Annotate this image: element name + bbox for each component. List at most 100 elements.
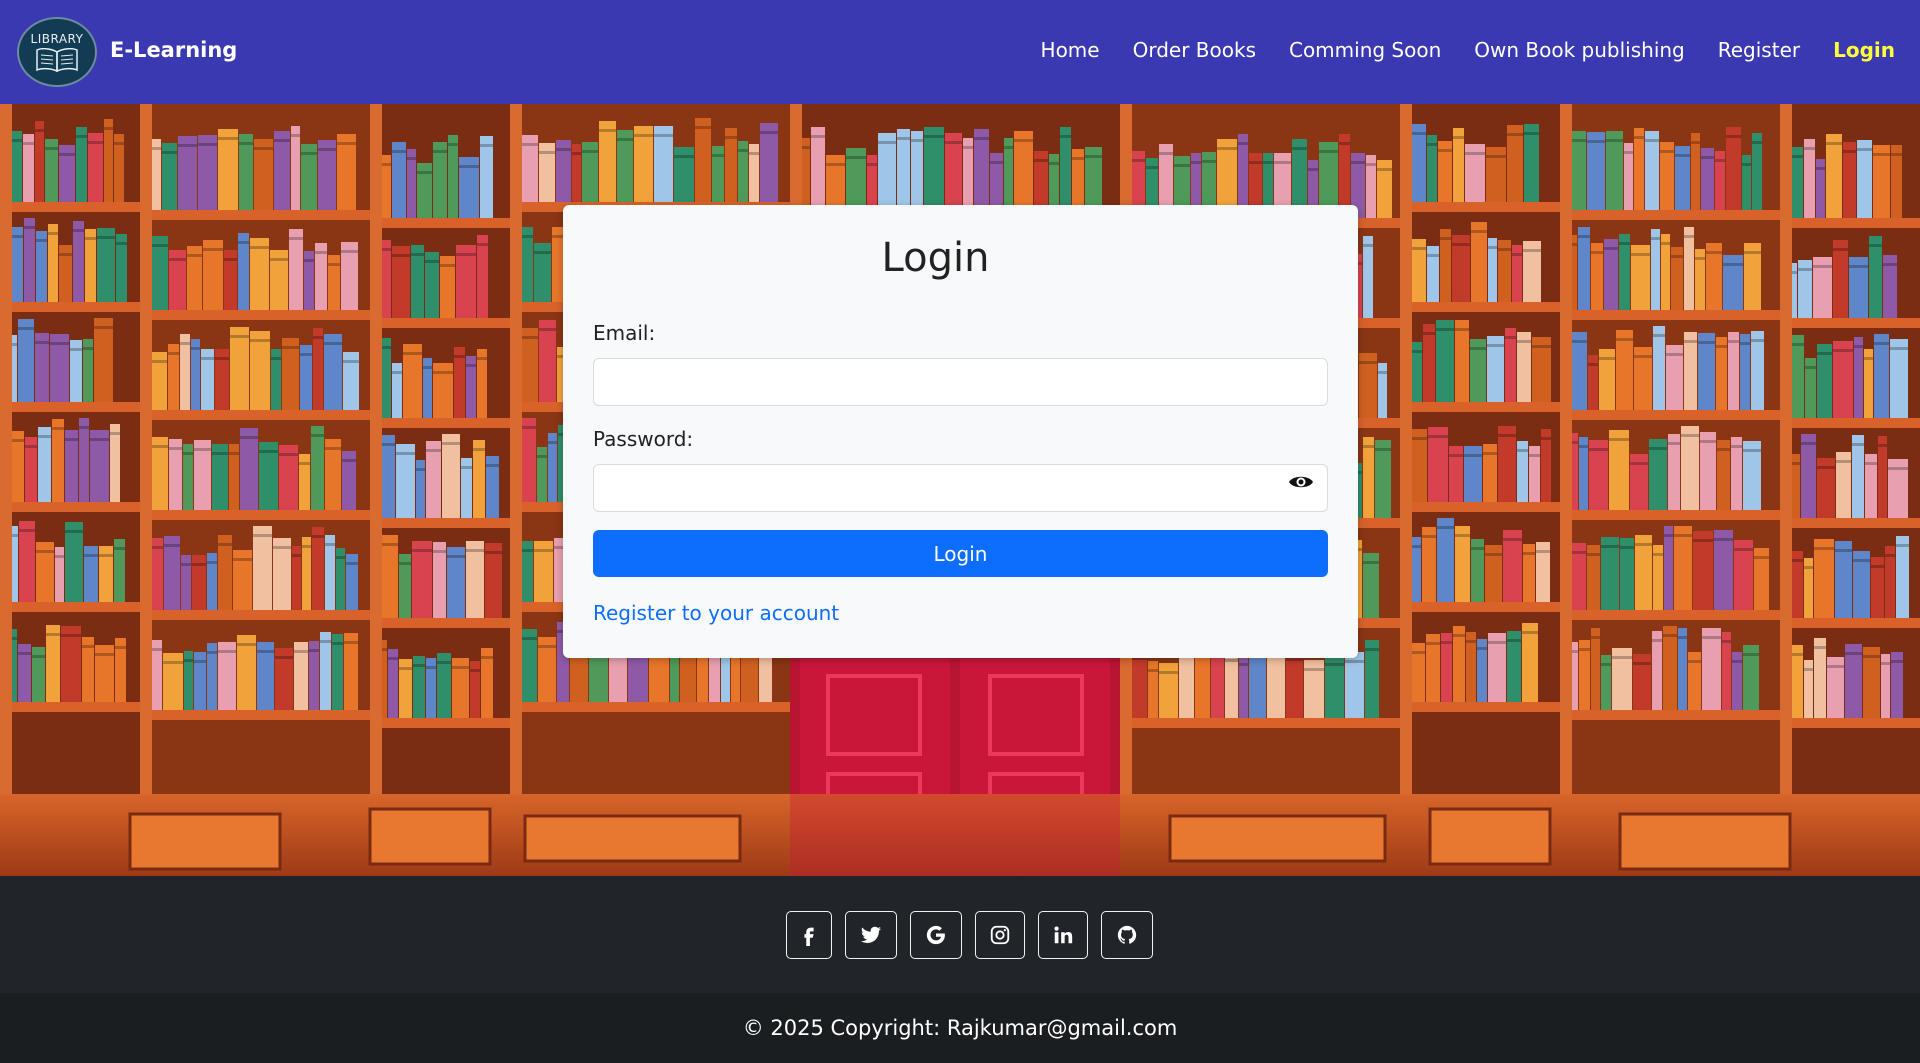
- book-band: [1814, 547, 1834, 550]
- book: [396, 444, 415, 518]
- book-band: [1645, 139, 1659, 142]
- book-band: [470, 669, 480, 672]
- book: [466, 541, 484, 618]
- shelf-board: [1780, 518, 1920, 528]
- book: [76, 127, 87, 202]
- book-band: [312, 535, 324, 538]
- shelf-board: [1400, 402, 1560, 412]
- book-band: [1488, 246, 1497, 249]
- instagram-button[interactable]: [975, 911, 1025, 959]
- book-band: [878, 141, 896, 144]
- book: [1869, 236, 1882, 318]
- book-band: [1465, 152, 1485, 155]
- book: [1060, 127, 1071, 210]
- book: [1635, 535, 1652, 610]
- email-field[interactable]: [593, 358, 1328, 406]
- book: [1857, 140, 1872, 218]
- book-band: [1351, 161, 1365, 164]
- book: [1522, 623, 1538, 702]
- book-band: [1716, 345, 1727, 348]
- book-band: [1651, 237, 1660, 240]
- book-band: [1814, 646, 1826, 649]
- book-band: [1529, 454, 1540, 457]
- book: [392, 142, 406, 218]
- nav-link-home[interactable]: Home: [1041, 38, 1100, 62]
- shelf-board: [1400, 302, 1560, 312]
- book-band: [1191, 161, 1201, 164]
- book-band: [1681, 434, 1699, 437]
- book: [320, 632, 331, 710]
- book: [1471, 222, 1487, 302]
- book-band: [315, 251, 327, 254]
- book-band: [19, 529, 35, 532]
- shelf-board: [1780, 418, 1920, 428]
- book-band: [50, 342, 69, 345]
- book: [35, 121, 44, 202]
- navbar: LIBRARY E-Learning Home Order Books Comm…: [0, 0, 1920, 104]
- book: [1698, 333, 1715, 410]
- book-band: [1146, 166, 1158, 169]
- login-button[interactable]: Login: [593, 530, 1328, 577]
- book-band: [392, 371, 402, 374]
- book: [945, 133, 962, 210]
- book: [1691, 133, 1700, 210]
- book-band: [1801, 442, 1816, 445]
- book-band: [294, 650, 308, 653]
- nav-link-login[interactable]: Login: [1833, 38, 1895, 62]
- library-logo[interactable]: LIBRARY: [17, 17, 97, 87]
- book-band: [1857, 148, 1872, 151]
- book-band: [1274, 161, 1291, 164]
- book-band: [292, 554, 301, 557]
- book-band: [1852, 443, 1864, 446]
- book: [1740, 334, 1750, 410]
- book-band: [38, 435, 51, 438]
- nav-link-coming-soon[interactable]: Comming Soon: [1289, 38, 1441, 62]
- linkedin-button[interactable]: [1038, 911, 1088, 959]
- book-band: [1674, 534, 1692, 537]
- book: [312, 527, 324, 610]
- book-band: [168, 352, 179, 355]
- book-band: [1728, 340, 1739, 343]
- book-band: [1174, 164, 1190, 167]
- register-account-link[interactable]: Register to your account: [593, 601, 839, 625]
- book: [485, 543, 502, 618]
- brand-name[interactable]: E-Learning: [110, 38, 237, 62]
- nav-link-register[interactable]: Register: [1718, 38, 1800, 62]
- book-band: [328, 263, 340, 266]
- google-button[interactable]: [910, 911, 962, 959]
- nav-link-own-book-publishing[interactable]: Own Book publishing: [1474, 38, 1684, 62]
- book: [811, 127, 825, 210]
- book-band: [55, 555, 64, 558]
- nav-link-order-books[interactable]: Order Books: [1133, 38, 1256, 62]
- book-band: [1896, 544, 1909, 547]
- book-band: [1619, 242, 1630, 245]
- book-band: [1684, 235, 1694, 238]
- book-band: [454, 355, 465, 358]
- book-band: [1423, 332, 1435, 335]
- book-band: [1804, 566, 1813, 569]
- password-field[interactable]: [593, 464, 1328, 512]
- book: [1428, 427, 1448, 502]
- facebook-icon: [804, 927, 814, 946]
- book: [1423, 324, 1435, 402]
- email-label: Email:: [593, 321, 656, 345]
- eye-icon[interactable]: [1288, 473, 1314, 491]
- book-band: [1698, 341, 1715, 344]
- book-band: [18, 327, 34, 330]
- twitter-button[interactable]: [845, 911, 897, 959]
- github-button[interactable]: [1101, 911, 1153, 959]
- book: [1587, 132, 1605, 210]
- book-band: [433, 371, 453, 374]
- shelf-post: [510, 104, 522, 804]
- book-band: [1827, 665, 1844, 668]
- book-band: [1426, 642, 1440, 645]
- book: [599, 121, 616, 202]
- book-band: [203, 248, 223, 251]
- book: [1845, 644, 1862, 718]
- book-band: [477, 357, 487, 360]
- book: [1634, 128, 1644, 210]
- facebook-button[interactable]: [786, 911, 832, 959]
- book: [1619, 234, 1630, 310]
- shelf-board: [370, 218, 510, 228]
- shelf-post: [0, 104, 12, 804]
